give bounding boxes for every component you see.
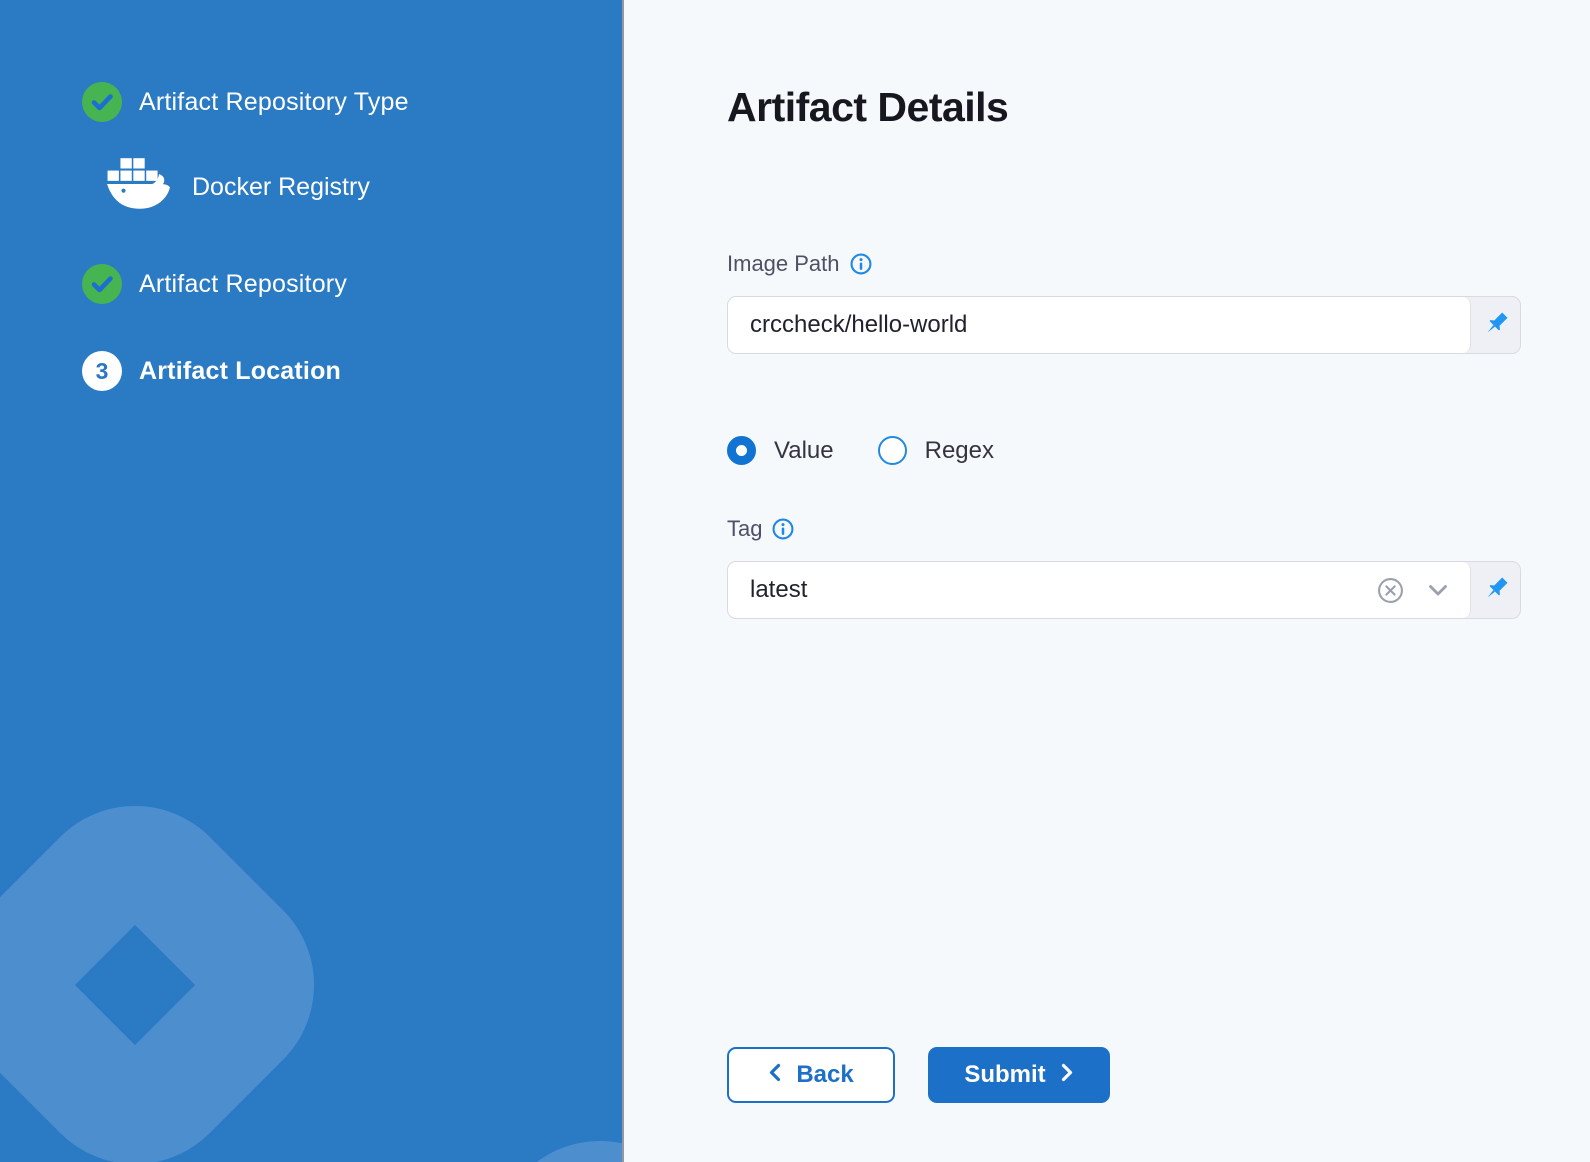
tag-label: Tag — [727, 515, 762, 543]
radio-unselected-icon[interactable] — [878, 436, 907, 465]
image-path-input[interactable] — [750, 311, 1448, 339]
radio-option-value[interactable]: Value — [727, 436, 834, 465]
image-path-label: Image Path — [727, 250, 840, 278]
image-path-input-wrap — [728, 297, 1471, 353]
chevron-down-icon[interactable] — [1428, 584, 1448, 597]
step-artifact-repository[interactable]: Artifact Repository — [0, 264, 622, 304]
step-number-badge: 3 — [82, 351, 122, 391]
pin-button[interactable] — [1471, 562, 1520, 618]
back-button-label: Back — [796, 1061, 853, 1089]
docker-icon — [106, 158, 172, 217]
info-icon[interactable] — [772, 518, 794, 540]
back-button[interactable]: Back — [727, 1047, 895, 1103]
wizard-steps: Artifact Repository Type — [0, 0, 622, 391]
submit-button[interactable]: Submit — [928, 1047, 1110, 1103]
substep-label: Docker Registry — [192, 173, 370, 202]
step-label: Artifact Repository — [139, 270, 347, 299]
chevron-left-icon — [768, 1061, 782, 1089]
image-path-input-group — [727, 296, 1521, 354]
substep-docker-registry[interactable]: Docker Registry — [0, 160, 622, 214]
tag-input[interactable] — [750, 576, 1353, 604]
artifact-details-panel: Artifact Details Image Path — [624, 0, 1590, 1162]
step-complete-check-icon — [82, 82, 122, 122]
step-label: Artifact Repository Type — [139, 88, 409, 117]
radio-label: Value — [774, 437, 834, 465]
artifact-wizard-window: Artifact Repository Type — [0, 0, 1590, 1162]
value-type-radio-group: Value Regex — [727, 436, 1590, 465]
image-path-label-row: Image Path — [727, 250, 1590, 278]
chevron-right-icon — [1060, 1061, 1074, 1089]
pin-button[interactable] — [1471, 297, 1520, 353]
submit-button-label: Submit — [964, 1061, 1045, 1089]
step-artifact-repository-type[interactable]: Artifact Repository Type — [0, 82, 622, 122]
wizard-sidebar: Artifact Repository Type — [0, 0, 624, 1162]
step-complete-check-icon — [82, 264, 122, 304]
pushpin-icon — [1481, 574, 1511, 607]
pushpin-icon — [1481, 309, 1511, 342]
radio-selected-icon[interactable] — [727, 436, 756, 465]
tag-input-wrap — [728, 562, 1471, 618]
page-title: Artifact Details — [727, 82, 1590, 132]
step-label-current: Artifact Location — [139, 357, 341, 386]
clear-icon[interactable] — [1377, 577, 1404, 604]
tag-label-row: Tag — [727, 515, 1590, 543]
step-artifact-location[interactable]: 3 Artifact Location — [0, 351, 622, 391]
wizard-footer-buttons: Back Submit — [727, 1047, 1590, 1103]
radio-option-regex[interactable]: Regex — [878, 436, 994, 465]
radio-label: Regex — [925, 437, 994, 465]
info-icon[interactable] — [850, 253, 872, 275]
tag-input-group — [727, 561, 1521, 619]
